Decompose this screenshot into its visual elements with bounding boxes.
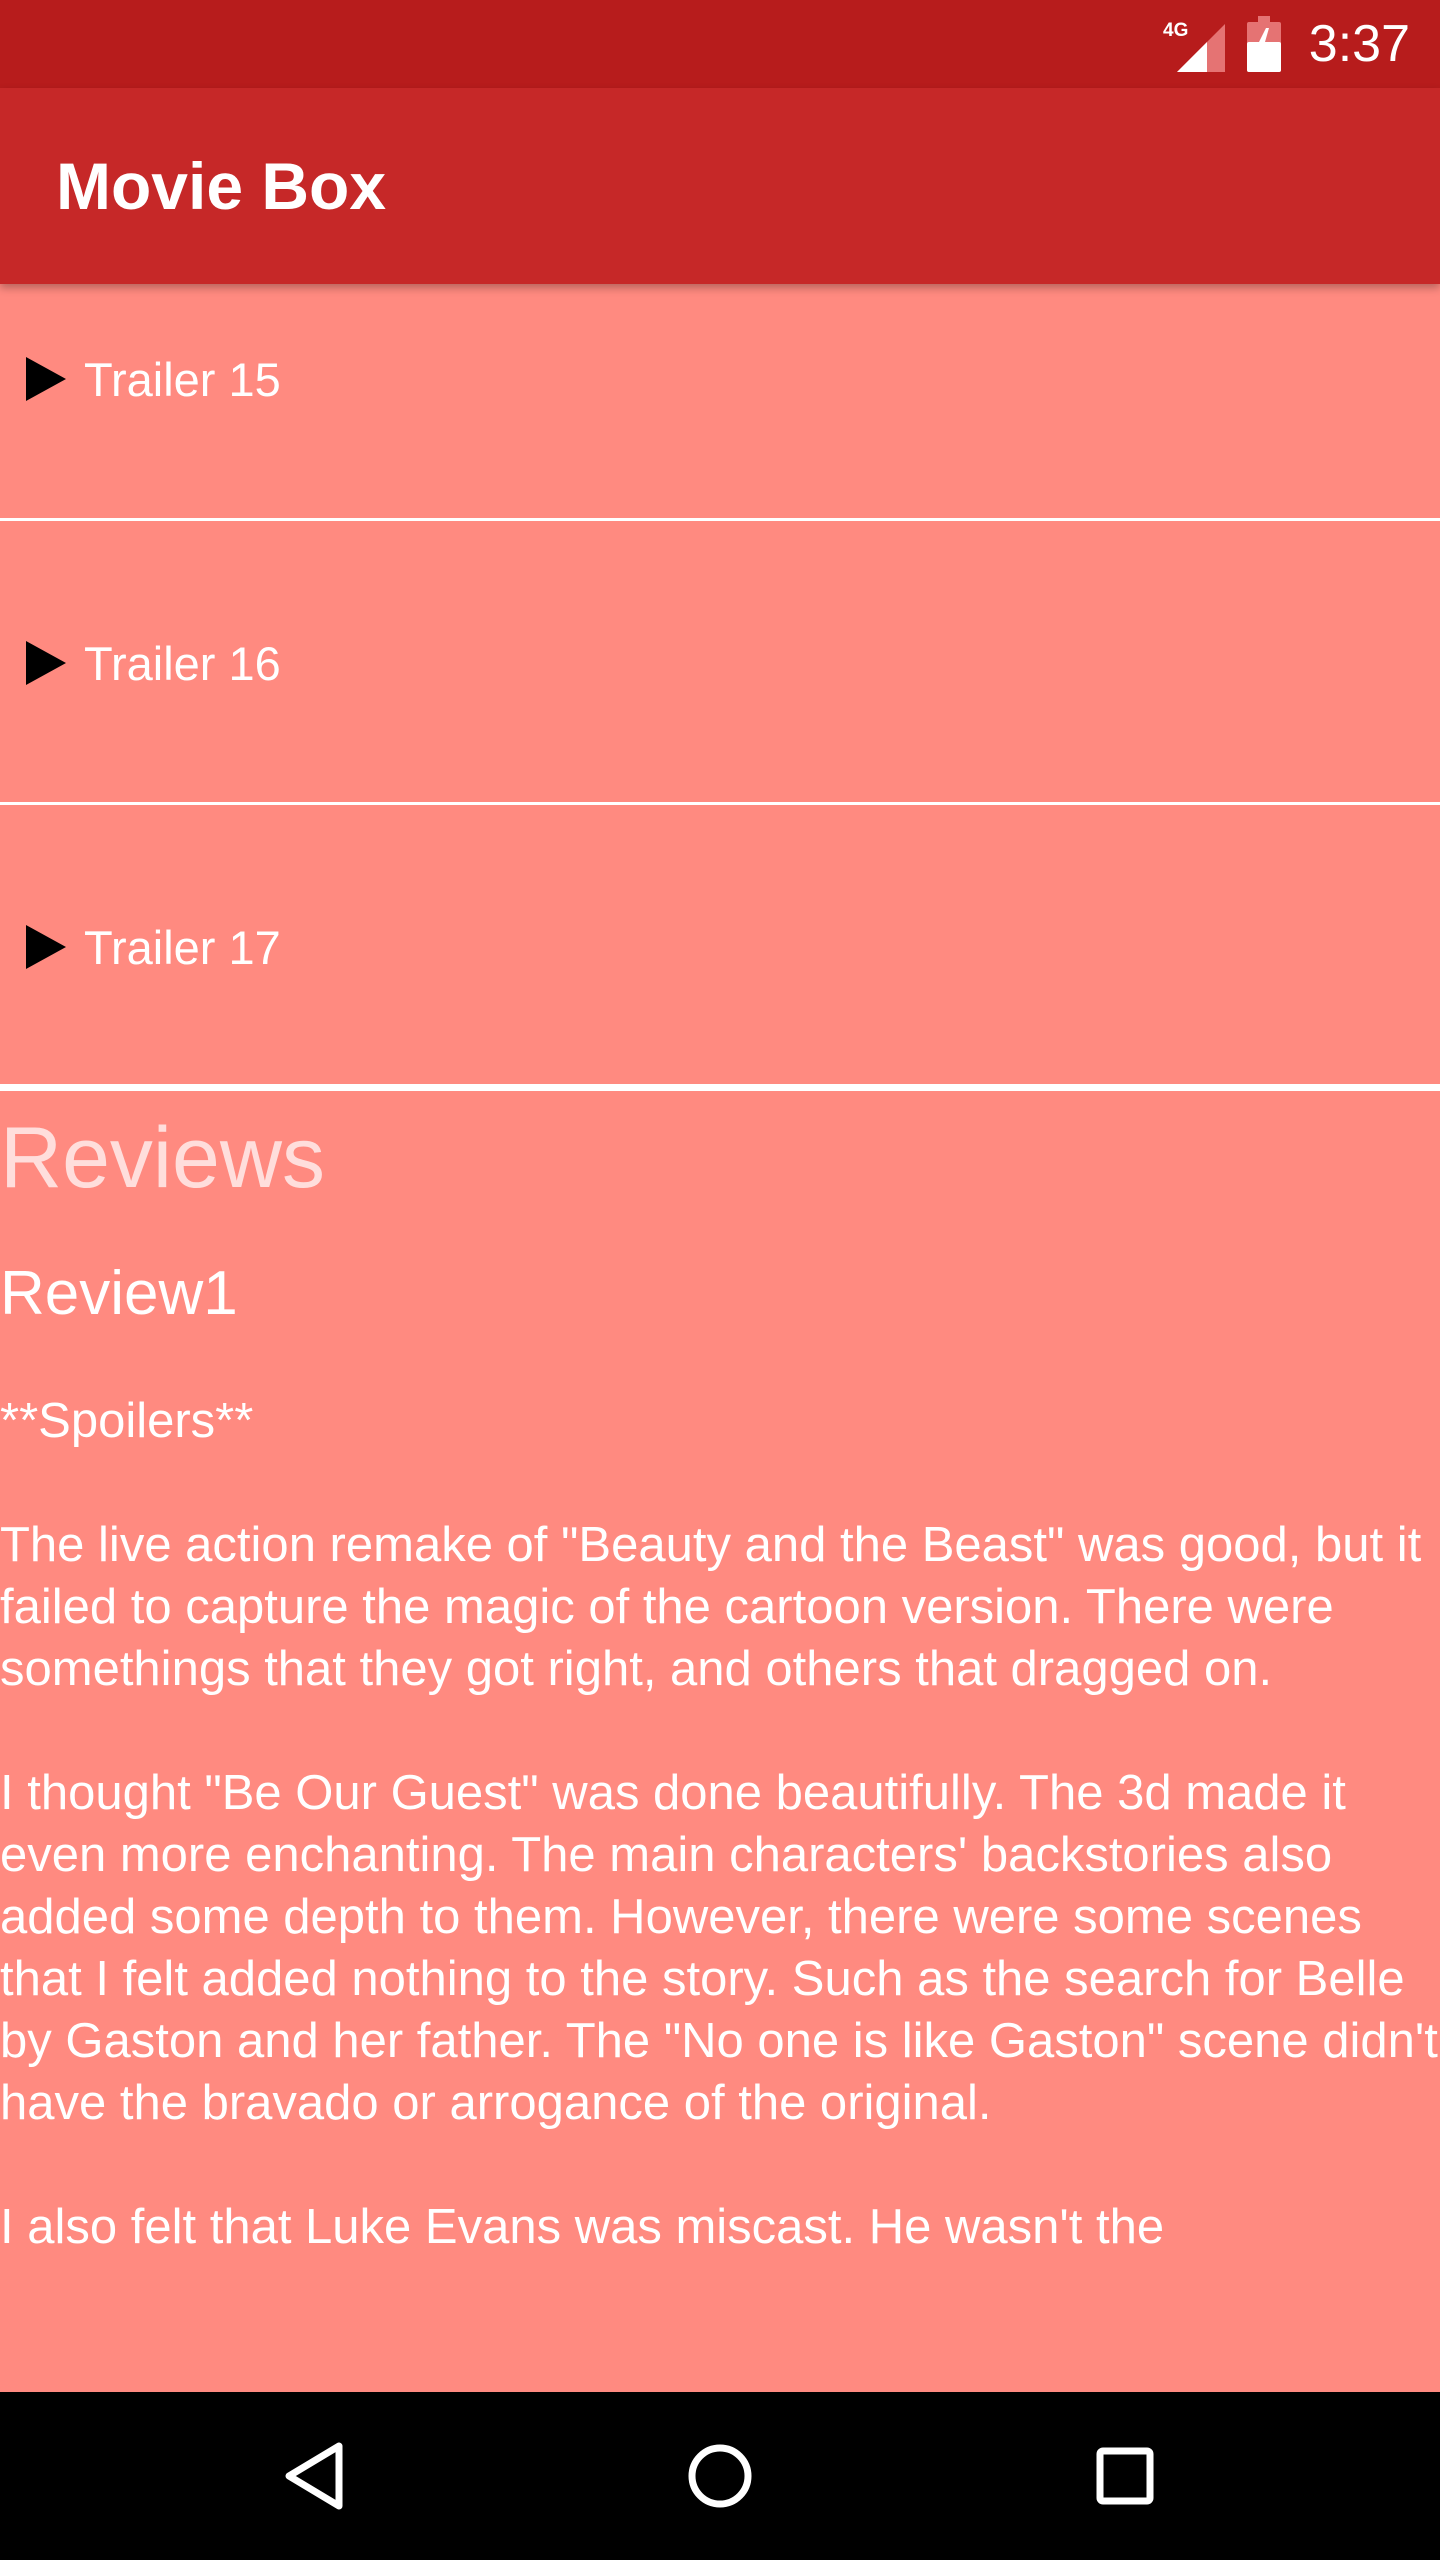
app-title: Movie Box	[56, 149, 387, 223]
divider	[0, 518, 1440, 521]
home-icon	[688, 2444, 752, 2508]
trailer-label: Trailer 15	[84, 352, 281, 406]
review-paragraph: **Spoilers**	[0, 1394, 254, 1448]
review-author: Review1	[0, 1259, 238, 1328]
play-icon	[26, 925, 66, 969]
section-divider	[0, 1084, 1440, 1091]
back-button[interactable]	[231, 2392, 399, 2560]
recents-icon	[1096, 2447, 1154, 2505]
signal-icon: 4G	[1163, 20, 1225, 72]
review-paragraph: I thought "Be Our Guest" was done beauti…	[0, 1766, 1438, 2130]
play-icon	[26, 641, 66, 685]
app-bar: Movie Box	[0, 88, 1440, 284]
review-paragraph: The live action remake of "Beauty and th…	[0, 1518, 1422, 1696]
navigation-bar	[0, 2392, 1440, 2560]
status-icons: 4G 3:37	[1163, 0, 1410, 88]
review-paragraph: I also felt that Luke Evans was miscast.…	[0, 2200, 1165, 2254]
trailer-label: Trailer 16	[84, 636, 281, 690]
back-icon	[285, 2442, 343, 2510]
battery-charging-icon	[1246, 16, 1281, 72]
trailer-item-16[interactable]: Trailer 16	[0, 630, 1440, 696]
trailer-item-15[interactable]: Trailer 15	[0, 346, 1440, 412]
status-time: 3:37	[1308, 15, 1410, 73]
trailer-item-17[interactable]: Trailer 17	[0, 914, 1440, 980]
trailer-label: Trailer 17	[84, 920, 281, 974]
home-button[interactable]	[636, 2392, 804, 2560]
network-type-label: 4G	[1163, 20, 1188, 41]
recents-button[interactable]	[1041, 2392, 1209, 2560]
review-body: **Spoilers** The live action remake of "…	[0, 1390, 1440, 2320]
reviews-heading: Reviews	[0, 1110, 325, 1206]
play-icon	[26, 357, 66, 401]
status-bar: 4G 3:37	[0, 0, 1440, 88]
divider	[0, 802, 1440, 805]
